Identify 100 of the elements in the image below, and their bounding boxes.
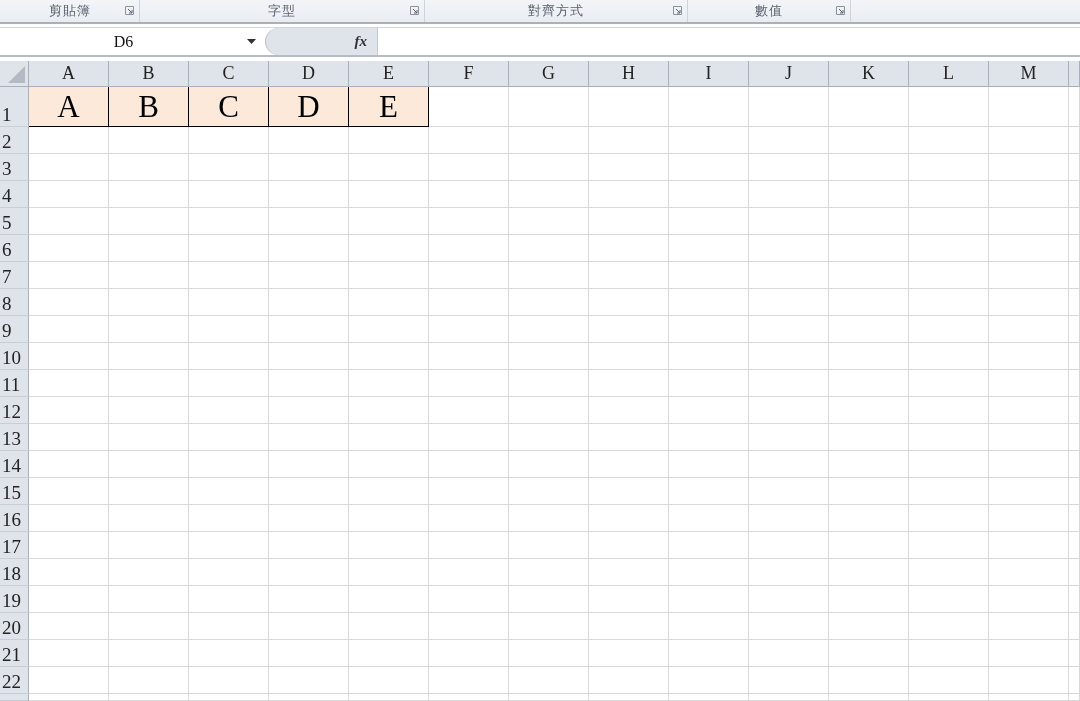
row-header[interactable]: 8 xyxy=(0,289,29,316)
table-cell[interactable] xyxy=(909,181,989,208)
table-cell[interactable] xyxy=(1069,586,1080,613)
column-header[interactable]: F xyxy=(429,61,509,87)
dialog-launcher-icon[interactable] xyxy=(125,6,134,15)
table-cell[interactable] xyxy=(509,532,589,559)
table-cell[interactable] xyxy=(669,586,749,613)
table-cell[interactable] xyxy=(349,154,429,181)
table-cell[interactable] xyxy=(829,316,909,343)
table-cell[interactable] xyxy=(909,154,989,181)
table-cell[interactable] xyxy=(1069,532,1080,559)
row-header[interactable]: 1 xyxy=(0,87,29,127)
table-cell[interactable] xyxy=(829,208,909,235)
table-cell[interactable] xyxy=(189,613,269,640)
table-cell[interactable] xyxy=(669,640,749,667)
table-cell[interactable] xyxy=(669,505,749,532)
table-cell[interactable] xyxy=(989,478,1069,505)
table-cell[interactable] xyxy=(349,316,429,343)
table-cell[interactable] xyxy=(1069,424,1080,451)
table-cell[interactable] xyxy=(269,262,349,289)
table-cell[interactable] xyxy=(909,370,989,397)
table-cell[interactable] xyxy=(989,370,1069,397)
table-cell[interactable] xyxy=(109,289,189,316)
table-cell[interactable] xyxy=(429,532,509,559)
table-cell[interactable] xyxy=(589,640,669,667)
table-cell[interactable] xyxy=(189,505,269,532)
table-cell[interactable] xyxy=(589,451,669,478)
table-cell[interactable] xyxy=(749,451,829,478)
table-cell[interactable] xyxy=(349,532,429,559)
table-cell[interactable] xyxy=(1069,316,1080,343)
table-cell[interactable] xyxy=(989,586,1069,613)
table-cell[interactable] xyxy=(269,181,349,208)
row-header[interactable]: 2 xyxy=(0,127,29,154)
insert-function-button[interactable]: fx xyxy=(352,33,369,50)
table-cell[interactable] xyxy=(429,370,509,397)
row-header[interactable]: 12 xyxy=(0,397,29,424)
table-cell[interactable] xyxy=(749,235,829,262)
table-cell[interactable] xyxy=(1069,154,1080,181)
table-cell[interactable] xyxy=(829,262,909,289)
table-cell[interactable] xyxy=(669,208,749,235)
column-header[interactable]: M xyxy=(989,61,1069,87)
table-cell[interactable] xyxy=(989,87,1069,127)
table-cell[interactable] xyxy=(749,316,829,343)
table-cell[interactable] xyxy=(829,181,909,208)
table-cell[interactable] xyxy=(429,87,509,127)
table-cell[interactable] xyxy=(429,127,509,154)
table-cell[interactable] xyxy=(749,262,829,289)
table-cell[interactable] xyxy=(909,87,989,127)
table-cell[interactable]: A xyxy=(29,87,109,127)
table-cell[interactable] xyxy=(909,505,989,532)
table-cell[interactable] xyxy=(29,586,109,613)
table-cell[interactable] xyxy=(669,289,749,316)
table-cell[interactable] xyxy=(669,694,749,701)
table-cell[interactable] xyxy=(509,640,589,667)
table-cell[interactable] xyxy=(989,667,1069,694)
column-header[interactable]: E xyxy=(349,61,429,87)
table-cell[interactable] xyxy=(429,559,509,586)
table-cell[interactable] xyxy=(909,262,989,289)
table-cell[interactable] xyxy=(429,505,509,532)
table-cell[interactable] xyxy=(109,343,189,370)
table-cell[interactable] xyxy=(1069,451,1080,478)
table-cell[interactable] xyxy=(589,87,669,127)
table-cell[interactable] xyxy=(189,478,269,505)
table-cell[interactable] xyxy=(269,559,349,586)
table-cell[interactable] xyxy=(749,289,829,316)
table-cell[interactable] xyxy=(909,532,989,559)
table-cell[interactable] xyxy=(349,289,429,316)
table-cell[interactable] xyxy=(29,505,109,532)
table-cell[interactable] xyxy=(109,316,189,343)
table-cell[interactable] xyxy=(269,127,349,154)
table-cell[interactable] xyxy=(269,667,349,694)
table-cell[interactable] xyxy=(669,451,749,478)
row-header[interactable]: 20 xyxy=(0,613,29,640)
table-cell[interactable] xyxy=(269,289,349,316)
table-cell[interactable] xyxy=(269,316,349,343)
table-cell[interactable] xyxy=(749,694,829,701)
table-cell[interactable] xyxy=(989,235,1069,262)
table-cell[interactable] xyxy=(29,127,109,154)
column-header[interactable]: H xyxy=(589,61,669,87)
table-cell[interactable] xyxy=(749,181,829,208)
table-cell[interactable] xyxy=(509,181,589,208)
table-cell[interactable] xyxy=(349,370,429,397)
table-cell[interactable]: D xyxy=(269,87,349,127)
table-cell[interactable] xyxy=(1069,127,1080,154)
column-header[interactable]: B xyxy=(109,61,189,87)
table-cell[interactable] xyxy=(669,667,749,694)
table-cell[interactable] xyxy=(589,613,669,640)
table-cell[interactable] xyxy=(669,316,749,343)
table-cell[interactable] xyxy=(429,640,509,667)
table-cell[interactable] xyxy=(29,343,109,370)
table-cell[interactable] xyxy=(829,640,909,667)
row-header[interactable]: 15 xyxy=(0,478,29,505)
table-cell[interactable] xyxy=(909,586,989,613)
table-cell[interactable] xyxy=(749,370,829,397)
row-header[interactable]: 17 xyxy=(0,532,29,559)
table-cell[interactable] xyxy=(989,316,1069,343)
table-cell[interactable] xyxy=(669,613,749,640)
table-cell[interactable] xyxy=(989,343,1069,370)
table-cell[interactable] xyxy=(589,397,669,424)
table-cell[interactable] xyxy=(749,478,829,505)
